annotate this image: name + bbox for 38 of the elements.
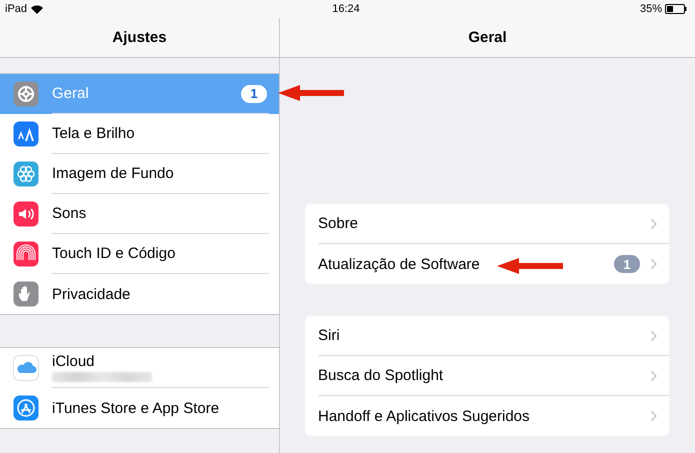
cloud-icon (13, 355, 39, 381)
chevron-icon (650, 330, 657, 342)
item-label: Touch ID e Código (52, 245, 176, 262)
settings-item[interactable]: Handoff e Aplicativos Sugeridos (318, 408, 530, 424)
sidebar-item[interactable]: Geral 1 (0, 74, 279, 114)
clock: 16:24 (332, 3, 360, 15)
speaker-icon (13, 201, 39, 227)
hand-icon (13, 281, 39, 307)
battery-icon (665, 4, 687, 14)
item-label: Imagem de Fundo (52, 165, 174, 182)
fingerprint-icon (13, 241, 39, 267)
settings-item[interactable]: Busca do Spotlight (318, 367, 444, 384)
notification-badge: 1 (614, 255, 640, 273)
battery-percentage: 35% (640, 3, 662, 15)
detail-title: Geral (468, 29, 507, 46)
sidebar-title: Ajustes (112, 29, 167, 46)
settings-item[interactable]: Siri (318, 327, 340, 344)
gear-icon (13, 81, 39, 107)
wifi-icon (31, 4, 44, 14)
chevron-icon (650, 370, 657, 382)
app-store-icon (13, 395, 39, 421)
device-name: iPad (5, 3, 28, 15)
item-label: iTunes Store e App Store (52, 400, 220, 416)
item-label: Privacidade (52, 286, 130, 302)
arrow-annotation (278, 83, 344, 103)
flower-icon (13, 161, 39, 187)
settings-item[interactable]: Sobre (318, 215, 358, 232)
chevron-icon (650, 258, 657, 270)
text-size-icon (13, 121, 39, 147)
settings-item[interactable]: Atualização de Software (318, 256, 480, 272)
notification-badge: 1 (241, 84, 267, 102)
arrow-annotation (497, 256, 563, 276)
item-label: iCloud (52, 353, 96, 370)
chevron-icon (650, 218, 657, 230)
chevron-icon (650, 410, 657, 422)
item-label: Tela e Brilho (52, 125, 135, 142)
item-label: Geral (52, 85, 89, 102)
item-label: Sons (52, 205, 86, 222)
